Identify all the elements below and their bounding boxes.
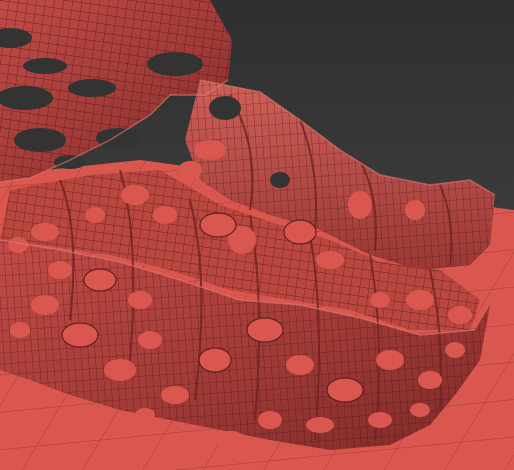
porous-mesh-object[interactable] <box>0 0 496 450</box>
3d-viewport[interactable] <box>0 0 514 470</box>
viewport-canvas[interactable] <box>0 0 514 470</box>
